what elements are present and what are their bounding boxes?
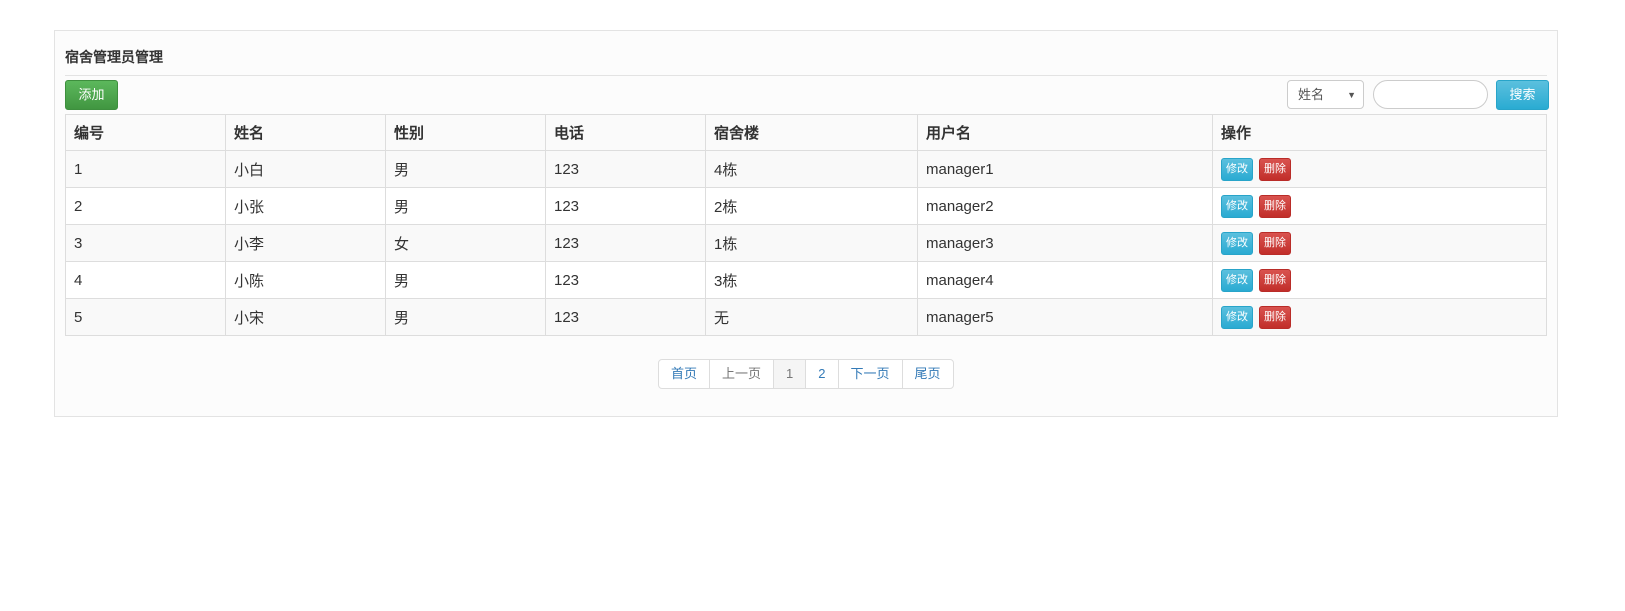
panel-title: 宿舍管理员管理 [65, 49, 163, 65]
actions-cell: 修改 删除 [1212, 224, 1547, 262]
table-cell: 小陈 [225, 261, 386, 299]
edit-button[interactable]: 修改 [1221, 268, 1253, 292]
table-row: 5 小宋男 123 无 manager5 修改 删除 [65, 298, 1547, 336]
delete-button[interactable]: 删除 [1259, 157, 1291, 181]
column-header: 编号 [65, 114, 226, 151]
pagination: 首页 上一页 1 2 下一页 尾页 [658, 359, 954, 389]
actions-cell: 修改 删除 [1212, 187, 1547, 225]
table-cell: 3 [65, 224, 226, 262]
table-cell: manager2 [917, 187, 1213, 225]
edit-button[interactable]: 修改 [1221, 194, 1253, 218]
table-cell: manager5 [917, 298, 1213, 336]
page-link[interactable]: 首页 [659, 360, 709, 388]
delete-button[interactable]: 删除 [1259, 305, 1291, 329]
table-cell: 2栋 [705, 187, 918, 225]
table-cell: 男 [385, 261, 546, 299]
column-header: 电话 [545, 114, 706, 151]
table-cell: 123 [545, 298, 706, 336]
table-cell: 男 [385, 298, 546, 336]
caret-down-icon: ▼ [1347, 90, 1356, 100]
table-cell: 小白 [225, 150, 386, 188]
table-cell: 无 [705, 298, 918, 336]
delete-button[interactable]: 删除 [1259, 231, 1291, 255]
search-field-select[interactable]: 姓名 ▼ [1287, 80, 1364, 109]
table-cell: 123 [545, 224, 706, 262]
table-cell: manager3 [917, 224, 1213, 262]
table-cell: 4 [65, 261, 226, 299]
search-input[interactable] [1373, 80, 1488, 109]
actions-cell: 修改 删除 [1212, 261, 1547, 299]
actions-cell: 修改 删除 [1212, 150, 1547, 188]
table-cell: 小张 [225, 187, 386, 225]
table-cell: 123 [545, 150, 706, 188]
table-cell: 123 [545, 261, 706, 299]
add-button[interactable]: 添加 [65, 80, 118, 110]
table-row: 1 小白男 123 4栋 manager1 修改 删除 [65, 150, 1547, 188]
delete-button[interactable]: 删除 [1259, 268, 1291, 292]
page-link[interactable]: 1 [773, 360, 806, 388]
column-header: 宿舍楼 [705, 114, 918, 151]
table-cell: 小宋 [225, 298, 386, 336]
table-cell: manager4 [917, 261, 1213, 299]
table-row: 4 小陈男 123 3栋 manager4 修改 删除 [65, 261, 1547, 299]
column-header: 姓名 [225, 114, 386, 151]
page-link[interactable]: 2 [805, 360, 837, 388]
table-row: 2 小张男 123 2栋 manager2 修改 删除 [65, 187, 1547, 225]
table-row: 3 小李女 123 1栋 manager3 修改 删除 [65, 224, 1547, 262]
column-header: 操作 [1212, 114, 1547, 151]
table-cell: 1栋 [705, 224, 918, 262]
table-cell: 5 [65, 298, 226, 336]
column-header: 用户名 [917, 114, 1213, 151]
actions-cell: 修改 删除 [1212, 298, 1547, 336]
table-cell: 男 [385, 187, 546, 225]
edit-button[interactable]: 修改 [1221, 305, 1253, 329]
manager-panel: 宿舍管理员管理 添加 姓名 ▼ 搜索 编号 姓名 性别 电话 宿舍楼 用户名 操作 1 小白男 1… [54, 30, 1558, 417]
table-cell: 男 [385, 150, 546, 188]
search-button[interactable]: 搜索 [1496, 80, 1549, 110]
table-cell: 女 [385, 224, 546, 262]
column-header: 性别 [385, 114, 546, 151]
page-link[interactable]: 尾页 [901, 360, 953, 388]
delete-button[interactable]: 删除 [1259, 194, 1291, 218]
table-cell: 2 [65, 187, 226, 225]
table-cell: manager1 [917, 150, 1213, 188]
edit-button[interactable]: 修改 [1221, 157, 1253, 181]
manager-table: 编号 姓名 性别 电话 宿舍楼 用户名 操作 1 小白男 123 4栋 manager1 修改 删除 2 小… [65, 114, 1547, 336]
search-field-value: 姓名 [1298, 87, 1325, 102]
divider [65, 75, 1547, 76]
table-cell: 3栋 [705, 261, 918, 299]
table-cell: 4栋 [705, 150, 918, 188]
page-link[interactable]: 上一页 [709, 360, 773, 388]
edit-button[interactable]: 修改 [1221, 231, 1253, 255]
table-cell: 1 [65, 150, 226, 188]
page-link[interactable]: 下一页 [837, 360, 902, 388]
table-cell: 123 [545, 187, 706, 225]
table-cell: 小李 [225, 224, 386, 262]
